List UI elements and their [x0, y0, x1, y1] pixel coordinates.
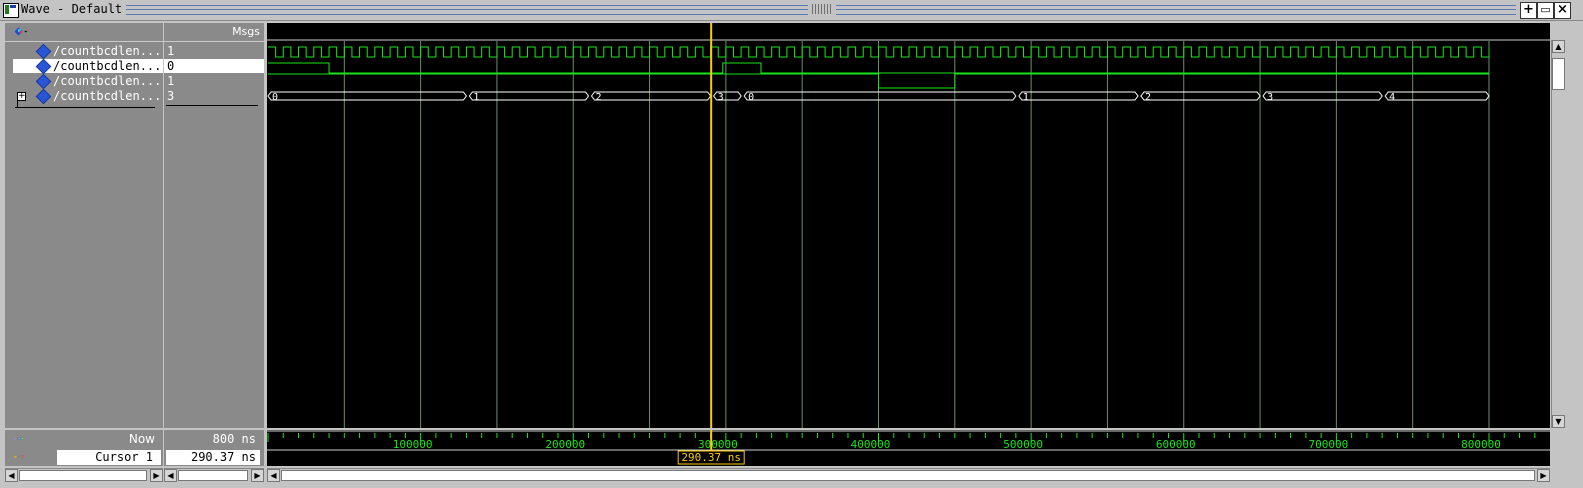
scroll-up-button[interactable]: ▲: [1552, 40, 1565, 53]
wave-horizontal-scrollbar[interactable]: ◀ ▶: [267, 468, 1550, 482]
cursor-value: 290.37 ns: [190, 450, 256, 464]
signal-name: /countbcdlen...: [53, 74, 162, 88]
diamond-signal-icon: [35, 43, 52, 60]
bus-value-label: 4: [1389, 92, 1395, 103]
bus-segment: [267, 91, 468, 101]
bus-segment: [468, 91, 590, 101]
signal-name: /countbcdlen...: [53, 59, 162, 73]
wave-window: Wave - Default + ▭ × /countbcdlen... /co…: [0, 0, 1583, 488]
signal-select-icon[interactable]: [15, 25, 29, 38]
timeline-tick-label: 800000: [1461, 438, 1501, 451]
msgs-header-divider: [164, 41, 264, 42]
bus-segment: [743, 91, 1017, 101]
title-bar-decoration: [125, 5, 808, 15]
wave-scroll-thumb[interactable]: [281, 470, 1535, 481]
bus-value-label: 0: [748, 92, 754, 103]
scroll-left-button[interactable]: ◀: [5, 469, 18, 482]
timeline-tick-label: 100000: [393, 438, 433, 451]
timeline-tick-label: 300000: [698, 438, 738, 451]
scroll-down-button[interactable]: ▼: [1552, 415, 1565, 428]
signal-value: 1: [167, 44, 175, 58]
timeline-tick-label: 600000: [1156, 438, 1196, 451]
enable-waveform: [268, 73, 1489, 89]
window-title: Wave - Default: [21, 2, 127, 16]
names-horizontal-scrollbar[interactable]: ◀ ▶: [5, 468, 163, 482]
cursor-lock-icons[interactable]: [14, 451, 25, 462]
signal-value-pane[interactable]: Msgs 1 0 1 3: [164, 23, 264, 428]
value-list-end-divider: [166, 105, 258, 106]
scroll-left-button[interactable]: ◀: [267, 469, 280, 482]
close-button[interactable]: ×: [1554, 2, 1571, 19]
maximize-button[interactable]: ▭: [1537, 2, 1554, 19]
scroll-right-button[interactable]: ▶: [150, 469, 163, 482]
scroll-right-button[interactable]: ▶: [1537, 469, 1550, 482]
timeline-ruler[interactable]: 100000 200000 300000 400000 500000 600000 7000…: [267, 430, 1550, 466]
plus-expand-icon[interactable]: +: [17, 92, 26, 101]
cursor-time-label: 290.37 ns: [681, 451, 741, 464]
msgs-column-header: Msgs: [232, 25, 260, 38]
signal-row[interactable]: /countbcdlen...: [13, 43, 163, 60]
signal-row[interactable]: + /countbcdlen...: [13, 88, 163, 105]
bus-value-label: 1: [1023, 92, 1029, 103]
scroll-left-button[interactable]: ◀: [164, 469, 177, 482]
bus-segment: [1140, 91, 1261, 101]
wave-window-icon: [3, 3, 19, 18]
msgs-horizontal-scrollbar[interactable]: ◀ ▶: [164, 468, 264, 482]
timeline-tick-label: 200000: [545, 438, 585, 451]
timeline-tick-label: 500000: [1003, 438, 1043, 451]
timeline-tick-label: 700000: [1309, 438, 1349, 451]
selected-value-highlight: [164, 59, 264, 73]
vertical-scroll-thumb[interactable]: [1552, 58, 1565, 90]
signal-value: 0: [167, 59, 175, 73]
bus-value-label: 2: [596, 92, 602, 103]
cursor-name: Cursor 1: [95, 450, 153, 464]
timeline-tick-label: 400000: [851, 438, 891, 451]
bus-value-label: 3: [1267, 92, 1273, 103]
now-value: 800 ns: [212, 432, 256, 446]
bus-value-label: 1: [473, 92, 479, 103]
cursor-toolbar-icons[interactable]: [14, 433, 25, 444]
bus-value-label: 0: [272, 92, 278, 103]
diamond-signal-icon: [35, 73, 52, 90]
signal-value: 3: [167, 89, 175, 103]
signal-pane-header: [5, 23, 163, 42]
bus-segment: [1262, 91, 1383, 101]
title-grip-icon[interactable]: [812, 4, 832, 14]
bus-segment: [590, 91, 712, 101]
bus-segment: [1018, 91, 1139, 101]
bus-segment: [1384, 91, 1490, 101]
msgs-scroll-thumb[interactable]: [178, 470, 248, 481]
bus-value-label: 3: [718, 92, 724, 103]
now-label: Now: [128, 432, 155, 446]
vertical-scrollbar[interactable]: ▲ ▼: [1551, 40, 1565, 428]
signal-value: 1: [167, 74, 175, 88]
diamond-signal-icon: [35, 58, 52, 75]
bus-value-label: 2: [1145, 92, 1151, 103]
names-scroll-thumb[interactable]: [19, 470, 147, 481]
signal-name: /countbcdlen...: [53, 89, 162, 103]
cursor-value-field[interactable]: 290.37 ns: [166, 450, 260, 465]
title-bar[interactable]: Wave - Default + ▭ ×: [0, 0, 1583, 21]
signal-row-selected[interactable]: /countbcdlen...: [13, 58, 163, 75]
insert-marker: [17, 101, 18, 107]
signal-name-pane[interactable]: /countbcdlen... /countbcdlen... /countbc…: [5, 23, 163, 428]
signal-name: /countbcdlen...: [53, 44, 162, 58]
signal-row[interactable]: /countbcdlen...: [13, 73, 163, 90]
cursor-names-pane: Now Cursor 1: [5, 430, 163, 466]
cursor-values-pane: 800 ns 290.37 ns: [164, 430, 264, 466]
undock-button[interactable]: +: [1520, 2, 1537, 19]
clock-waveform: [268, 46, 1490, 58]
scroll-right-button[interactable]: ▶: [251, 469, 264, 482]
diamond-signal-icon: [35, 88, 52, 105]
signal-list[interactable]: /countbcdlen... /countbcdlen... /countbc…: [13, 43, 163, 109]
waveform-pane[interactable]: 0 1 2 3 0 1 2 3 4: [267, 23, 1550, 428]
timeline-pane[interactable]: 100000 200000 300000 400000 500000 600000 7000…: [267, 430, 1550, 466]
title-bar-decoration: [836, 5, 1516, 15]
signal-list-end-divider: [15, 107, 155, 108]
waveform-canvas[interactable]: 0 1 2 3 0 1 2 3 4: [267, 23, 1550, 428]
cursor-name-field[interactable]: Cursor 1: [57, 450, 161, 465]
